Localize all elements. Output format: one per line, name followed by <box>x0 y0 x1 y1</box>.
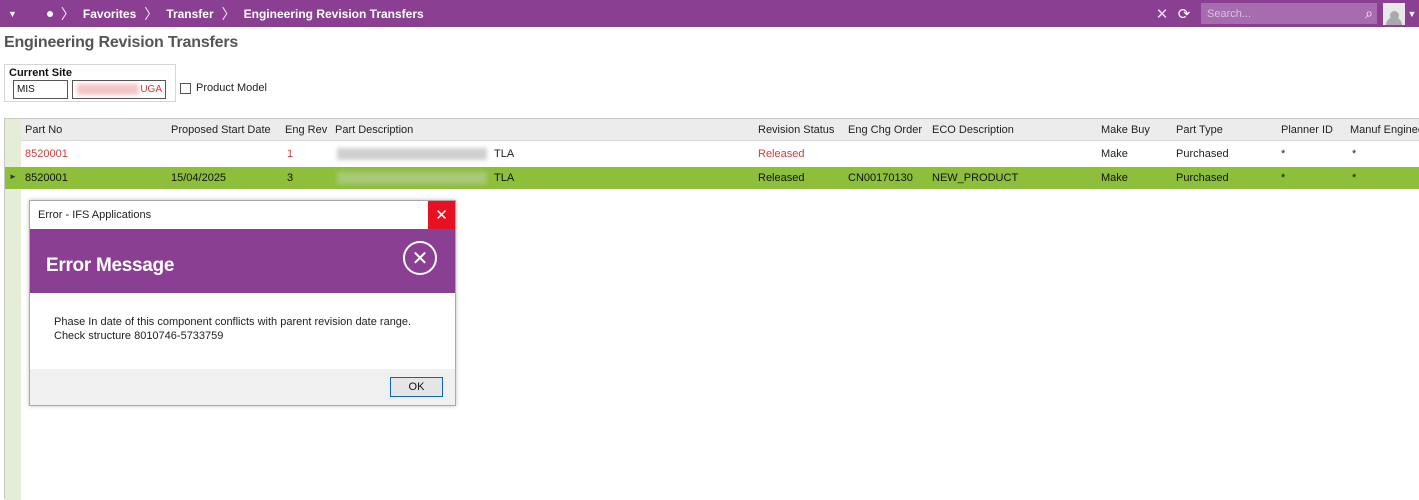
column-header-eco-description[interactable]: ECO Description <box>932 124 1014 136</box>
dialog-window-title: Error - IFS Applications <box>38 209 152 221</box>
cell-part-description: TLA <box>494 172 515 184</box>
column-header-part-description[interactable]: Part Description <box>335 124 413 136</box>
cell-part-no: 8520001 <box>25 148 68 160</box>
column-header-revision-status[interactable]: Revision Status <box>758 124 834 136</box>
breadcrumb-transfer[interactable]: Transfer <box>166 7 213 21</box>
chevron-down-icon[interactable]: ▼ <box>1405 9 1419 19</box>
dialog-message: Phase In date of this component conflict… <box>54 316 412 342</box>
cell-part-type: Purchased <box>1176 172 1229 184</box>
chevron-right-icon: 〉 <box>144 5 159 22</box>
redacted-text <box>337 148 487 160</box>
cell-planner-id: * <box>1281 172 1286 184</box>
chevron-right-icon: 〉 <box>60 5 75 22</box>
product-model-label: Product Model <box>196 82 267 94</box>
site-name-suffix: UGA <box>140 84 162 95</box>
redacted-text <box>337 172 487 184</box>
column-header-eng-chg-order[interactable]: Eng Chg Order <box>848 124 922 136</box>
table-row[interactable]: 8520001 1 TLA Released Make Purchased * … <box>21 143 1419 166</box>
cell-eng-rev: 1 <box>287 148 294 160</box>
product-model-option[interactable]: Product Model <box>180 82 267 94</box>
page-title: Engineering Revision Transfers <box>4 34 239 51</box>
refresh-icon[interactable]: ⟳ <box>1173 0 1195 27</box>
avatar[interactable] <box>1383 2 1405 25</box>
column-header-manuf-engineer[interactable]: Manuf Enginee <box>1350 124 1419 136</box>
cell-revision-status: Released <box>758 148 805 160</box>
dialog-footer: OK <box>30 369 455 405</box>
top-navigation-bar: ▼ 〉 Favorites 〉 Transfer 〉 Engineering R… <box>0 0 1419 27</box>
table-row-selected[interactable]: ► 8520001 15/04/2025 3 TLA Released CN00… <box>5 167 1419 189</box>
chevron-right-icon: 〉 <box>221 5 236 22</box>
column-header-part-no[interactable]: Part No <box>25 124 62 136</box>
cell-eng-chg-order: CN00170130 <box>848 172 913 184</box>
table-header: Part No Proposed Start Date Eng Rev Part… <box>21 119 1419 141</box>
cell-make-buy: Make <box>1101 172 1128 184</box>
column-header-eng-rev[interactable]: Eng Rev <box>285 124 327 136</box>
current-site-label: Current Site <box>9 67 72 79</box>
error-dialog: Error - IFS Applications ✕ Error Message… <box>29 200 456 406</box>
column-header-part-type[interactable]: Part Type <box>1176 124 1223 136</box>
menu-caret-icon[interactable]: ▼ <box>8 9 17 19</box>
dialog-titlebar[interactable]: Error - IFS Applications ✕ <box>30 201 455 229</box>
row-pointer-icon: ► <box>9 172 17 181</box>
product-model-checkbox[interactable] <box>180 82 191 94</box>
column-header-make-buy[interactable]: Make Buy <box>1101 124 1150 136</box>
redacted-text <box>77 84 139 95</box>
ok-button[interactable]: OK <box>390 377 443 397</box>
cell-eng-rev: 3 <box>287 172 294 184</box>
search-input[interactable]: Search... ⌕ <box>1201 3 1377 24</box>
app-grid-icon[interactable] <box>25 7 39 21</box>
search-placeholder: Search... <box>1207 7 1252 20</box>
search-icon[interactable]: ⌕ <box>1365 5 1373 22</box>
cell-manuf-engineer: * <box>1352 172 1357 184</box>
dialog-heading: Error Message <box>46 255 175 276</box>
cell-part-type: Purchased <box>1176 148 1229 160</box>
cell-part-no: 8520001 <box>25 172 68 184</box>
cell-make-buy: Make <box>1101 148 1128 160</box>
site-code-field[interactable]: MIS <box>13 80 68 99</box>
cell-revision-status: Released <box>758 172 805 184</box>
cell-manuf-engineer: * <box>1352 148 1357 160</box>
cell-part-description: TLA <box>494 148 515 160</box>
cell-start-date: 15/04/2025 <box>171 172 227 184</box>
error-circle-icon: ✕ <box>403 241 437 275</box>
avatar-body-icon <box>1386 16 1402 25</box>
site-name-field[interactable]: UGA <box>72 80 166 99</box>
cell-eco-description: NEW_PRODUCT <box>932 172 1019 184</box>
current-site-group: Current Site MIS UGA <box>4 64 176 102</box>
close-icon[interactable]: ✕ <box>1151 0 1173 27</box>
column-header-start-date[interactable]: Proposed Start Date <box>171 124 271 136</box>
breadcrumb-favorites[interactable]: Favorites <box>83 7 136 21</box>
dialog-close-button[interactable]: ✕ <box>428 201 455 229</box>
close-icon: ✕ <box>435 207 448 224</box>
breadcrumb-current[interactable]: Engineering Revision Transfers <box>244 7 424 21</box>
column-header-planner-id[interactable]: Planner ID <box>1281 124 1333 136</box>
home-dot-icon[interactable] <box>46 10 53 17</box>
topbar-actions: ✕ ⟳ Search... ⌕ ▼ <box>1151 0 1419 27</box>
breadcrumb: ▼ 〉 Favorites 〉 Transfer 〉 Engineering R… <box>8 0 424 27</box>
cell-planner-id: * <box>1281 148 1286 160</box>
dialog-header: Error Message ✕ <box>30 229 455 293</box>
